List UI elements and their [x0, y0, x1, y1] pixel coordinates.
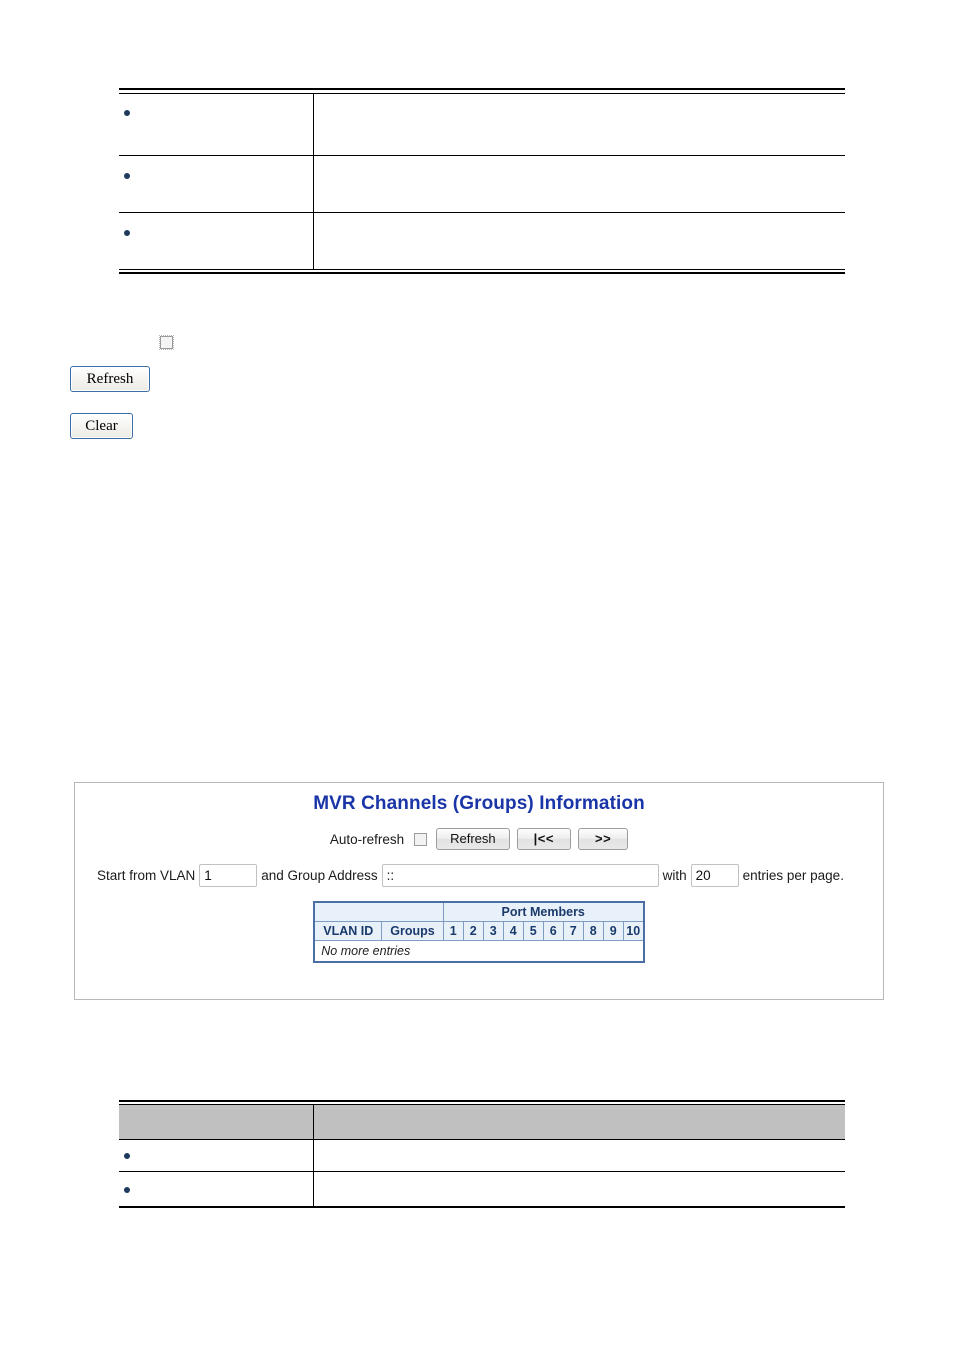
mvr-filter-row: Start from VLAN and Group Address with e… — [93, 864, 883, 887]
bottom-table-column-divider — [313, 1105, 314, 1208]
column-header-vlan-id: VLAN ID — [313, 921, 383, 941]
table-header-row: VLAN ID Groups 1 2 3 4 5 6 7 8 9 10 — [313, 921, 645, 941]
mvr-channels-information-panel: MVR Channels (Groups) Information Auto-r… — [74, 782, 884, 1000]
bottom-table-row-sep-1 — [119, 1171, 845, 1172]
entries-per-page-label: entries per page. — [742, 868, 844, 883]
page-title: MVR Channels (Groups) Information — [313, 793, 645, 814]
group-address-input[interactable] — [381, 864, 659, 887]
no-more-entries-message: No more entries — [314, 940, 644, 963]
auto-refresh-label: Auto-refresh — [329, 831, 405, 847]
bullet-icon — [124, 230, 130, 236]
refresh-button[interactable]: Refresh — [436, 828, 510, 850]
bullet-icon — [124, 1187, 130, 1193]
start-vlan-input[interactable] — [199, 864, 258, 887]
auto-refresh-checkbox[interactable] — [414, 832, 428, 846]
port-members-header: Port Members — [442, 901, 645, 922]
column-header-port-4: 4 — [502, 921, 524, 941]
top-table-top-rule — [119, 88, 845, 90]
bottom-table-top-rule — [119, 1100, 845, 1102]
column-header-port-5: 5 — [522, 921, 544, 941]
mvr-table-container: Port Members VLAN ID Groups 1 2 3 4 5 6 … — [75, 901, 883, 963]
column-header-port-1: 1 — [442, 921, 464, 941]
column-header-port-7: 7 — [562, 921, 584, 941]
bottom-table-header-sep — [119, 1139, 845, 1140]
column-header-port-2: 2 — [462, 921, 484, 941]
mvr-toolbar: Auto-refresh Refresh |<< >> — [75, 828, 883, 850]
refresh-button[interactable]: Refresh — [70, 366, 150, 392]
bullet-icon — [124, 110, 130, 116]
and-group-address-label: and Group Address — [261, 868, 378, 883]
table-header-group-row: Port Members — [313, 901, 645, 922]
column-header-port-3: 3 — [482, 921, 504, 941]
column-header-groups: Groups — [381, 921, 444, 941]
next-page-button[interactable]: >> — [577, 828, 629, 850]
start-from-vlan-label: Start from VLAN — [97, 868, 196, 883]
column-header-port-6: 6 — [542, 921, 564, 941]
top-table-column-divider — [313, 94, 314, 270]
entries-per-page-input[interactable] — [690, 864, 739, 887]
top-table-top-rule-inner — [119, 93, 845, 94]
top-table-bottom-rule — [119, 272, 845, 274]
bullet-icon — [124, 173, 130, 179]
column-header-port-8: 8 — [582, 921, 604, 941]
first-page-button[interactable]: |<< — [516, 828, 571, 850]
top-table-bottom-rule-inner — [119, 269, 845, 270]
bullet-icon — [124, 1153, 130, 1159]
column-header-port-9: 9 — [602, 921, 624, 941]
bottom-table-bottom-rule — [119, 1206, 845, 1208]
top-table-row-sep-2 — [119, 212, 845, 213]
column-header-port-10: 10 — [622, 921, 645, 941]
blank-header-cell — [313, 901, 444, 922]
table-row: No more entries — [314, 940, 644, 963]
clear-button[interactable]: Clear — [70, 413, 133, 439]
bottom-table-header-cell-2 — [314, 1105, 845, 1139]
bottom-table-header-cell-1 — [119, 1105, 313, 1139]
auto-refresh-checkbox[interactable] — [159, 335, 174, 350]
with-label: with — [662, 868, 687, 883]
mvr-channels-table: Port Members VLAN ID Groups 1 2 3 4 5 6 … — [313, 901, 645, 963]
top-table-row-sep-1 — [119, 155, 845, 156]
